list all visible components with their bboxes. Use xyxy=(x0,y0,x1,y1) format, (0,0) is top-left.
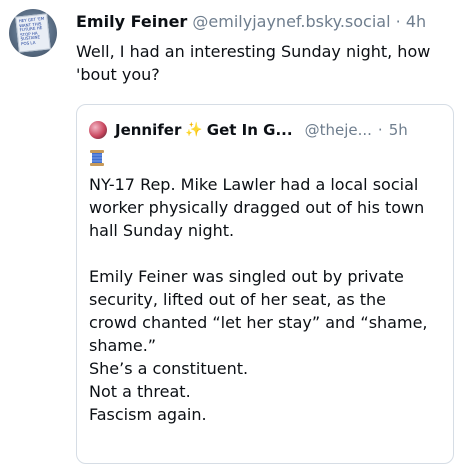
quoted-author-display-name[interactable]: Jennifer xyxy=(115,120,181,140)
author-display-name[interactable]: Emily Feiner xyxy=(76,12,187,31)
quoted-author-avatar[interactable] xyxy=(89,121,107,139)
quoted-author-handle[interactable]: @theje... xyxy=(305,120,372,140)
quoted-post-header: Jennifer ✨ Get In G... @theje... · 5h xyxy=(89,120,408,140)
author-handle[interactable]: @emilyjaynef.bsky.social xyxy=(192,12,390,31)
header-separator: · xyxy=(395,12,401,31)
quoted-post[interactable]: Jennifer ✨ Get In G... @theje... · 5h NY… xyxy=(76,104,454,464)
post-header: Emily Feiner @emilyjaynef.bsky.social · … xyxy=(76,11,426,33)
quoted-header-separator: · xyxy=(377,121,383,139)
quoted-post-timestamp[interactable]: 5h xyxy=(389,120,408,140)
post[interactable]: HEY GET 'EM WANT THIS FUTURE HE STOP HA … xyxy=(0,0,473,464)
quoted-post-text: NY-17 Rep. Mike Lawler had a local socia… xyxy=(89,175,428,424)
spool-of-thread-icon xyxy=(90,150,104,166)
author-avatar[interactable]: HEY GET 'EM WANT THIS FUTURE HE STOP HA … xyxy=(9,9,57,57)
avatar-sign-image: HEY GET 'EM WANT THIS FUTURE HE STOP HA … xyxy=(15,13,51,53)
post-timestamp[interactable]: 4h xyxy=(406,12,426,31)
post-text: Well, I had an interesting Sunday night,… xyxy=(76,42,431,84)
quoted-author-display-name-suffix[interactable]: Get In G... xyxy=(207,120,293,140)
sparkle-icon: ✨ xyxy=(185,122,203,138)
